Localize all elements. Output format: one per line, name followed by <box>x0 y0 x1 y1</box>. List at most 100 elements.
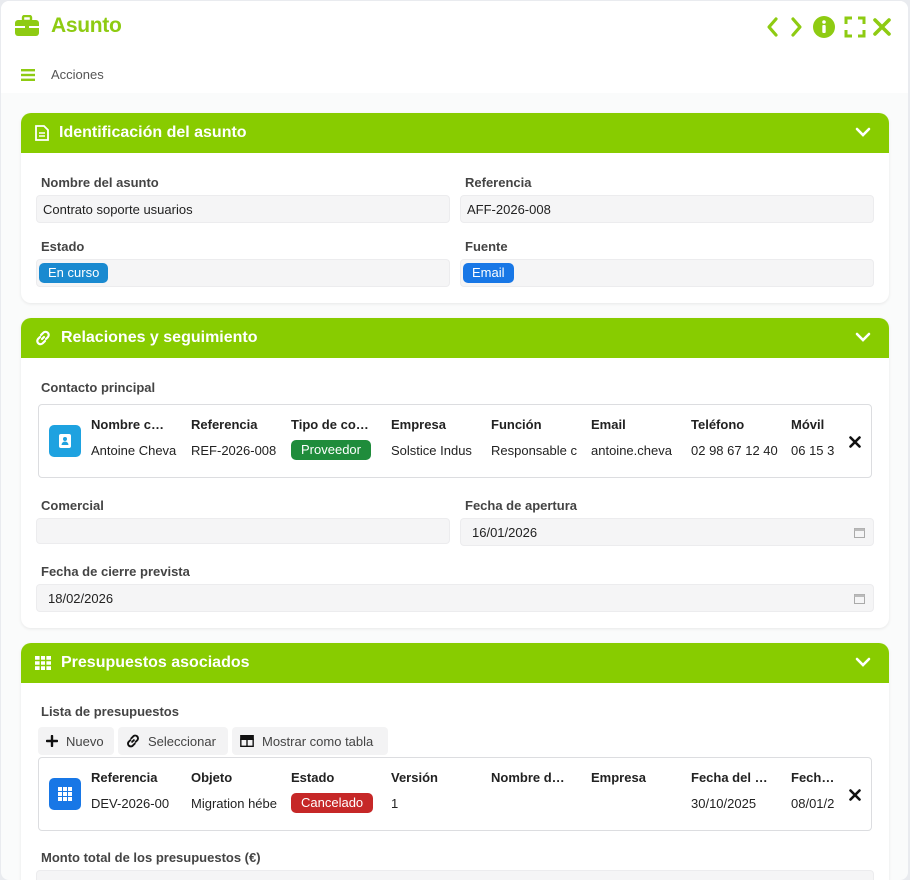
estado-field[interactable]: En curso <box>36 259 450 287</box>
contacto-col-nombre: Nombre c… Antoine Cheva <box>91 417 179 458</box>
column-header: Nombre d… <box>491 770 565 785</box>
remove-contact-button[interactable] <box>849 435 861 453</box>
cancelado-badge: Cancelado <box>291 793 374 813</box>
section-identificacion-header[interactable]: Identificación del asunto <box>21 113 889 153</box>
column-header: Teléfono <box>691 417 745 432</box>
chevron-right-icon <box>791 17 802 37</box>
referencia-field[interactable]: AFF-2026-008 <box>460 195 874 223</box>
section-relaciones-header[interactable]: Relaciones y seguimiento <box>21 318 889 358</box>
column-header: Empresa <box>391 417 446 432</box>
presupuesto-col-version: Versión 1 <box>391 770 479 811</box>
column-value: antoine.cheva <box>591 443 672 458</box>
presupuesto-col-fecha: Fecha del … 30/10/2025 <box>691 770 779 811</box>
column-value: Solstice Indus <box>391 443 472 458</box>
expand-icon <box>844 16 866 38</box>
table-icon <box>240 735 254 747</box>
next-button[interactable] <box>784 15 808 39</box>
estado-label: Estado <box>41 239 85 254</box>
cierre-value: 18/02/2026 <box>48 590 114 606</box>
section-presupuestos-header[interactable]: Presupuestos asociados <box>21 643 889 683</box>
presupuesto-col-referencia: Referencia DEV-2026-00 <box>91 770 179 811</box>
asunto-window: Asunto Acciones Identificación del asunt… <box>1 1 908 880</box>
proveedor-badge: Proveedor <box>291 440 371 460</box>
grid-icon <box>49 778 81 810</box>
nombre-label: Nombre del asunto <box>41 175 159 190</box>
hamburger-icon <box>21 68 35 81</box>
presupuesto-col-fecha-2: Fecha c 08/01/2 <box>791 770 837 811</box>
referencia-value: AFF-2026-008 <box>467 201 551 217</box>
link-icon <box>36 330 50 346</box>
column-value: 08/01/2 <box>791 796 835 811</box>
presupuesto-card[interactable]: Referencia DEV-2026-00 Objeto Migration … <box>38 757 872 831</box>
column-value: Responsable c <box>491 443 577 458</box>
column-value: DEV-2026-00 <box>91 796 170 811</box>
cierre-label: Fecha de cierre prevista <box>41 564 190 579</box>
cierre-date-field[interactable]: 18/02/2026 <box>36 584 874 612</box>
info-icon <box>813 16 835 38</box>
presupuesto-col-objeto: Objeto Migration hébe <box>191 770 279 811</box>
briefcase-icon <box>15 14 39 42</box>
column-header: Tipo de co… <box>291 417 369 432</box>
section-presupuestos: Presupuestos asociados Lista de presupue… <box>21 643 889 880</box>
section-title: Presupuestos asociados <box>61 654 250 671</box>
column-header: Fecha c <box>791 770 837 785</box>
column-header: Fecha del … <box>691 770 768 785</box>
column-header: Nombre c… <box>91 417 164 432</box>
presupuesto-col-nombre: Nombre d… <box>491 770 579 796</box>
fullscreen-button[interactable] <box>843 15 867 39</box>
nombre-value: Contrato soporte usuarios <box>43 201 193 217</box>
nombre-field[interactable]: Contrato soporte usuarios <box>36 195 450 223</box>
calendar-icon <box>854 594 865 604</box>
remove-presupuesto-button[interactable] <box>849 788 861 806</box>
chevron-down-icon <box>855 332 871 342</box>
section-title: Identificación del asunto <box>59 124 247 141</box>
column-header: Empresa <box>591 770 646 785</box>
close-icon <box>849 789 861 801</box>
contact-card-icon <box>49 425 81 457</box>
section-identificacion: Identificación del asunto Nombre del asu… <box>21 113 889 303</box>
presupuesto-col-empresa: Empresa <box>591 770 679 796</box>
presupuesto-col-estado: Estado Cancelado <box>291 770 379 813</box>
estado-badge: En curso <box>39 263 109 283</box>
apertura-value: 16/01/2026 <box>472 524 538 540</box>
mostrar-tabla-button[interactable]: Mostrar como tabla <box>232 727 388 755</box>
presupuestos-toolbar: Nuevo Seleccionar Mostrar como tabla <box>38 727 638 755</box>
close-icon <box>873 18 891 36</box>
comercial-field[interactable] <box>36 518 450 544</box>
document-icon <box>35 125 49 141</box>
column-header: Objeto <box>191 770 233 785</box>
close-button[interactable] <box>870 15 894 39</box>
section-title: Relaciones y seguimiento <box>61 329 258 346</box>
apertura-date-field[interactable]: 16/01/2026 <box>460 518 874 546</box>
contacto-col-tipo: Tipo de co… Proveedor <box>291 417 379 460</box>
contacto-col-funcion: Función Responsable c <box>491 417 579 458</box>
fuente-field[interactable]: Email <box>460 259 874 287</box>
info-button[interactable] <box>812 15 836 39</box>
column-value: 06 15 3 <box>791 443 835 458</box>
apertura-label: Fecha de apertura <box>465 498 577 513</box>
title-bar: Asunto Acciones <box>1 1 908 93</box>
column-header: Versión <box>391 770 438 785</box>
comercial-label: Comercial <box>41 498 104 513</box>
mostrar-label: Mostrar como tabla <box>262 733 374 749</box>
column-header: Función <box>491 417 542 432</box>
contacto-col-referencia: Referencia REF-2026-008 <box>191 417 279 458</box>
column-header: Estado <box>291 770 335 785</box>
column-value: 30/10/2025 <box>691 796 757 811</box>
contacto-col-telefono: Teléfono 02 98 67 12 40 <box>691 417 779 458</box>
window-title: Asunto <box>51 14 122 37</box>
nuevo-button[interactable]: Nuevo <box>38 727 114 755</box>
column-header: Email <box>591 417 626 432</box>
column-header: Referencia <box>91 770 158 785</box>
column-value: Migration hébe <box>191 796 277 811</box>
seleccionar-button[interactable]: Seleccionar <box>118 727 228 755</box>
calendar-icon <box>854 528 865 538</box>
chevron-left-icon <box>767 17 778 37</box>
plus-icon <box>46 735 58 747</box>
contacto-card[interactable]: Nombre c… Antoine Cheva Referencia REF-2… <box>38 404 872 478</box>
chevron-down-icon <box>855 657 871 667</box>
table-icon <box>35 656 51 670</box>
previous-button[interactable] <box>761 15 785 39</box>
monto-field[interactable] <box>36 870 874 880</box>
actions-menu[interactable]: Acciones <box>21 67 104 82</box>
